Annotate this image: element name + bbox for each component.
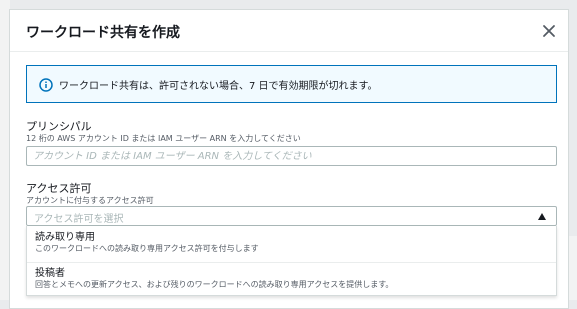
permission-description: アカウントに付与するアクセス許可 — [26, 196, 154, 205]
option-contributor[interactable]: 投稿者 回答とメモへの更新アクセス、および残りのワークロードへの読み取り専用アク… — [27, 264, 556, 294]
principal-description: 12 桁の AWS アカウント ID または IAM ユーザー ARN を入力し… — [26, 134, 301, 143]
principal-label: プリンシパル — [26, 120, 92, 133]
page-backdrop-right — [569, 236, 577, 300]
modal-header: ワークロード共有を作成 — [10, 10, 568, 52]
option-label: 投稿者 — [35, 268, 65, 279]
modal-title: ワークロード共有を作成 — [26, 25, 180, 41]
permission-dropdown-list: 読み取り専用 このワークロードへの読み取り専用アクセス許可を付与します 投稿者 … — [26, 226, 557, 296]
permission-label: アクセス許可 — [26, 182, 92, 195]
alert-text: ワークロード共有は、許可されない場合、7 日で有効期限が切れます。 — [59, 81, 378, 92]
info-icon — [39, 78, 53, 92]
option-description: このワークロードへの読み取り専用アクセス許可を付与します — [35, 244, 259, 253]
permission-select-placeholder: アクセス許可を選択 — [34, 214, 124, 225]
principal-input[interactable] — [26, 146, 557, 166]
create-workload-share-modal: ワークロード共有を作成 ワークロード共有は、許可されない場合、7 日で有効期限が… — [9, 9, 569, 309]
caret-up-icon — [538, 213, 546, 220]
option-read-only[interactable]: 読み取り専用 このワークロードへの読み取り専用アクセス許可を付与します — [27, 228, 556, 258]
info-alert: ワークロード共有は、許可されない場合、7 日で有効期限が切れます。 — [26, 65, 557, 103]
close-button[interactable] — [540, 22, 558, 40]
option-description: 回答とメモへの更新アクセス、および残りのワークロードへの読み取り専用アクセスを提… — [35, 280, 394, 289]
close-icon — [543, 25, 555, 37]
option-label: 読み取り専用 — [35, 232, 95, 243]
option-divider — [27, 262, 556, 263]
permission-select[interactable]: アクセス許可を選択 — [26, 206, 557, 226]
